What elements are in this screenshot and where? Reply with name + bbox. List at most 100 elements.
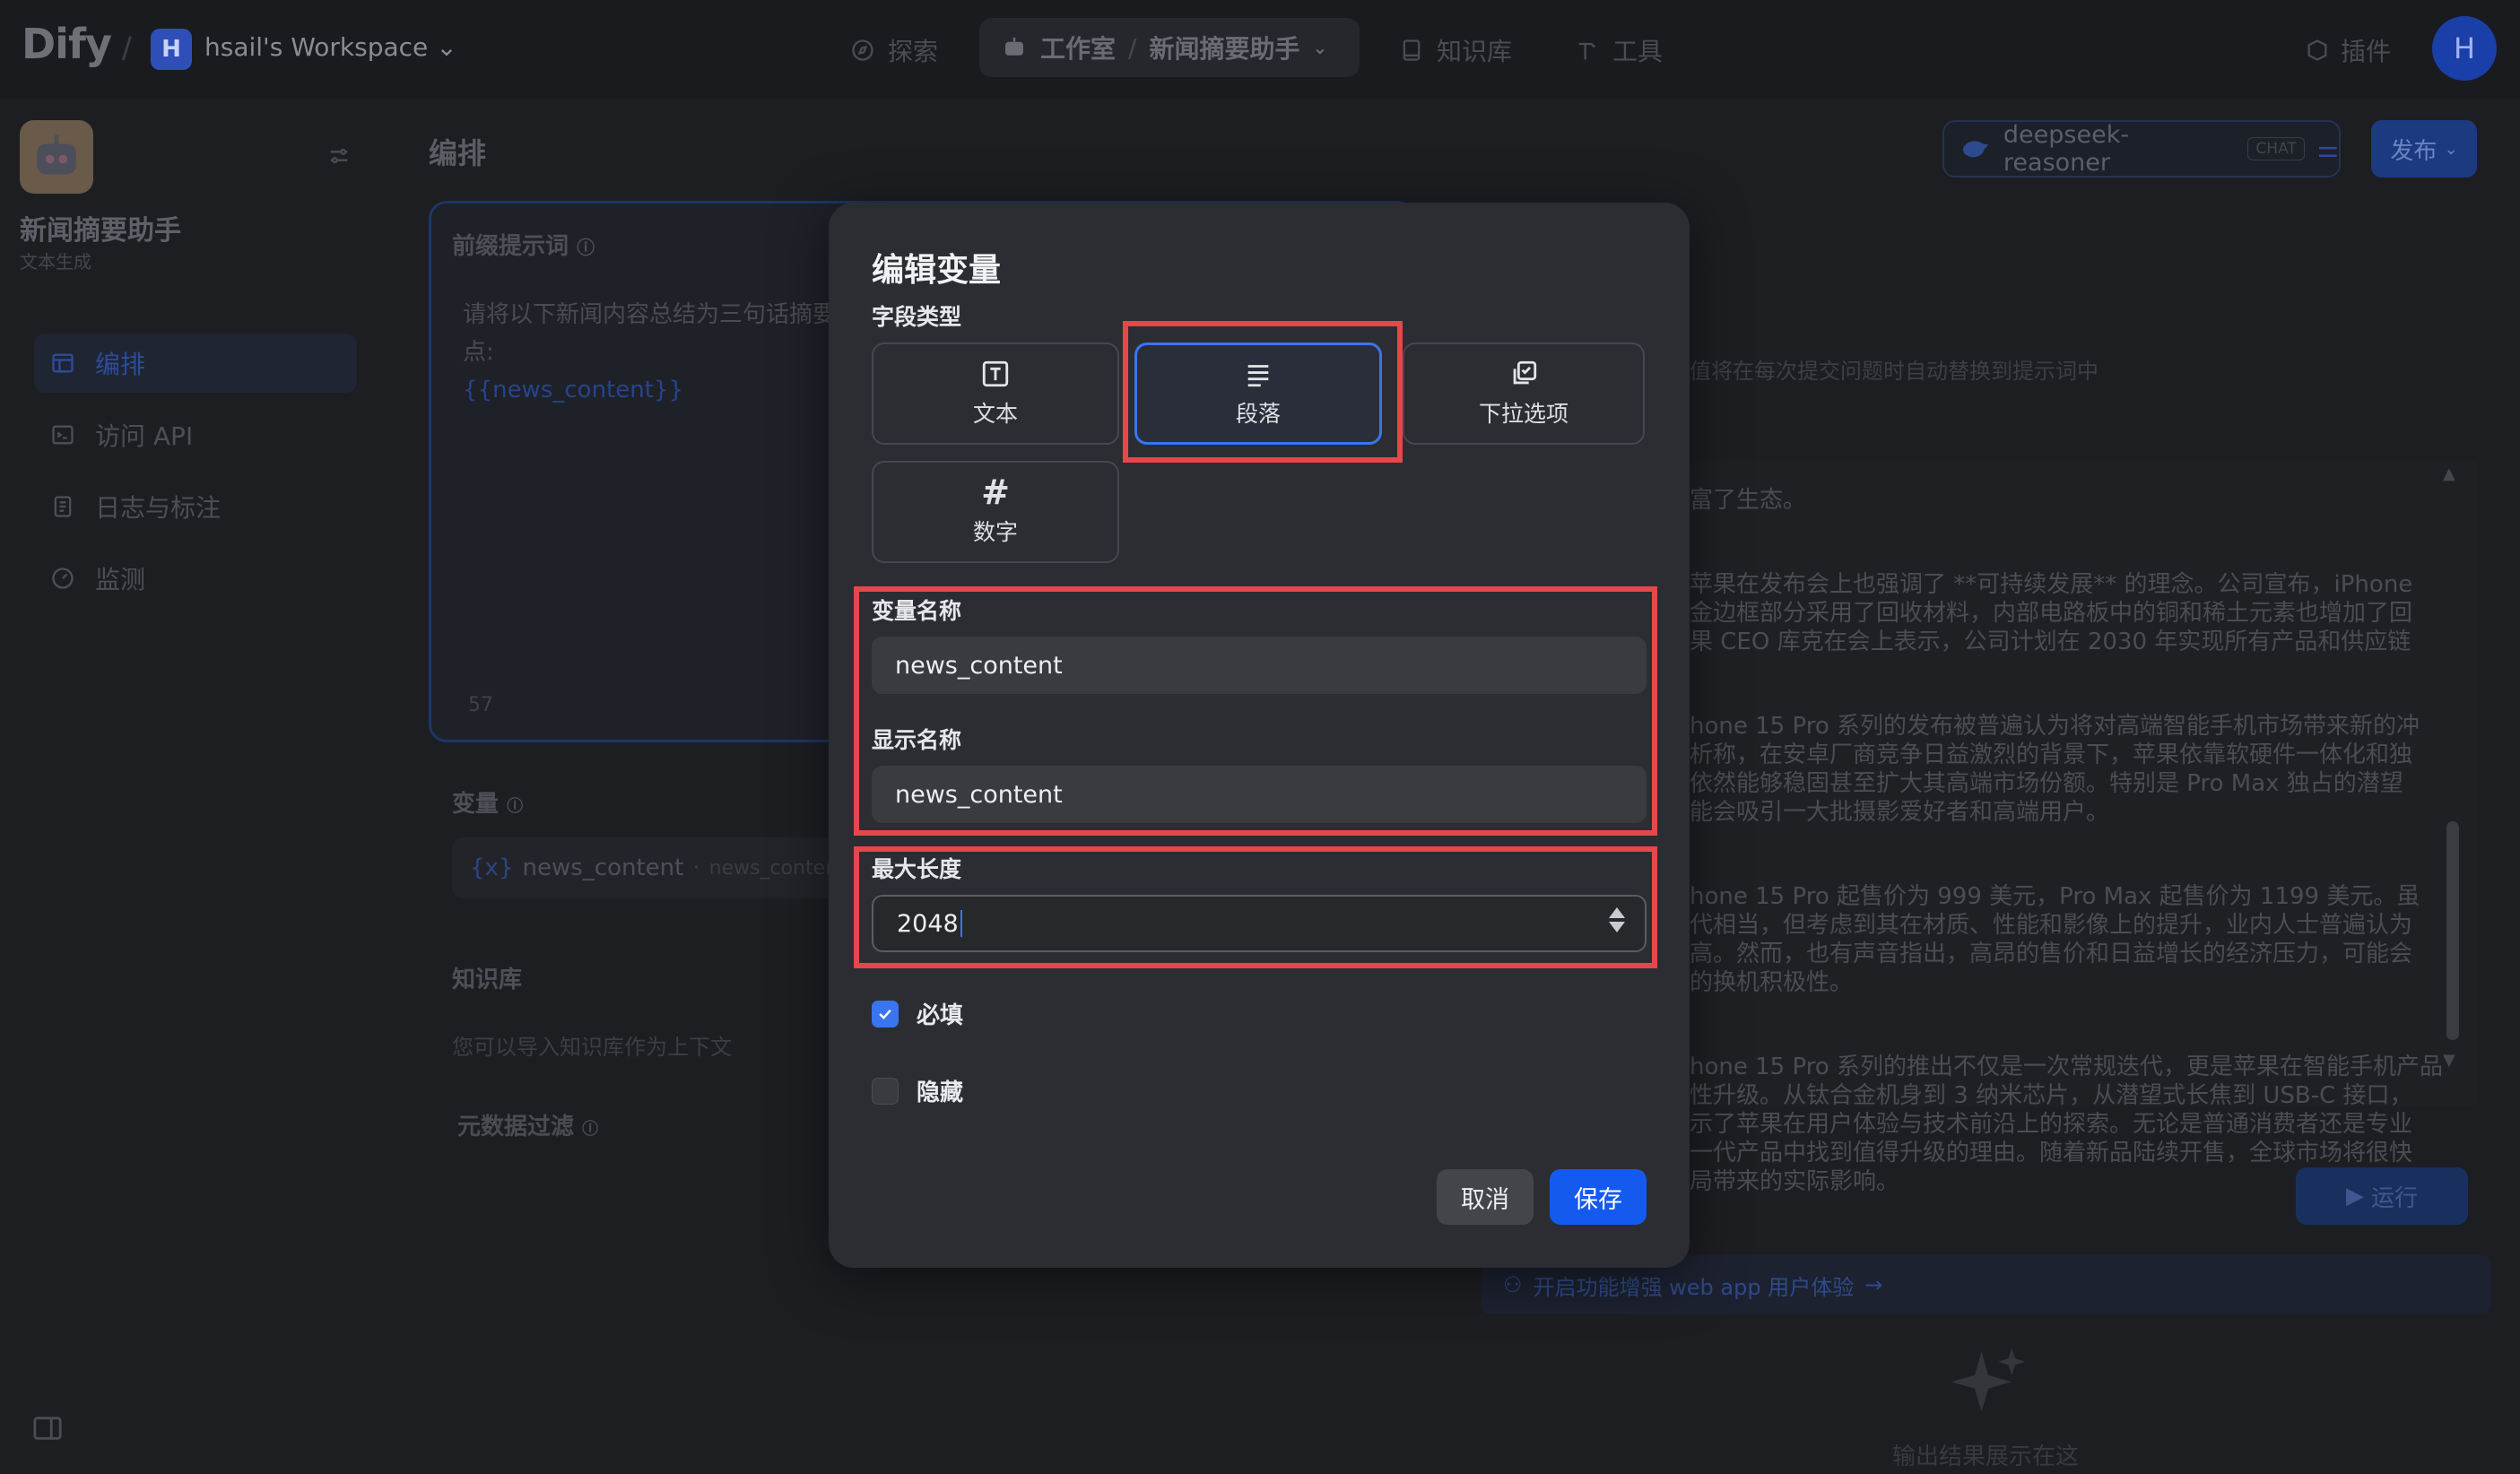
nav-tools[interactable]: 工具 (1575, 32, 1663, 68)
news-paragraph: 苹果在发布会上也强调了 **可持续发展** 的理念。公司宣布，iPhone 金边… (1690, 571, 2413, 655)
scrollbar-thumb[interactable] (2446, 821, 2459, 1040)
play-icon: ▶ (2345, 1183, 2364, 1210)
hidden-checkbox[interactable] (872, 1077, 899, 1105)
sparkle-icon (1948, 1345, 2029, 1429)
banner-text: 开启功能增强 web app 用户体验 (1533, 1274, 1855, 1300)
prompt-header: 前缀提示词 ⓘ (452, 228, 595, 261)
news-paragraph: hone 15 Pro 系列的发布被普遍认为将对高端智能手机市场带来新的冲 析称… (1690, 713, 2420, 826)
metadata-filter-label: 元数据过滤 (457, 1114, 575, 1140)
select-icon (1513, 360, 1537, 385)
publish-label: 发布 (2390, 137, 2437, 165)
variable-name-label: 变量名称 (872, 598, 962, 624)
field-type-label: 字段类型 (872, 304, 962, 330)
check-icon (879, 1009, 891, 1019)
robot-icon (1005, 37, 1023, 56)
text-cursor (960, 910, 962, 937)
nav-studio-label: 工作室 (1040, 34, 1117, 64)
settings-sliders-icon[interactable]: ⚌ (2317, 135, 2339, 163)
type-option-number[interactable]: # 数字 (872, 461, 1119, 563)
sidebar-item-label: 日志与标注 (95, 493, 222, 523)
nav-explore-label: 探索 (888, 37, 939, 66)
model-selector[interactable]: deepseek-reasoner CHAT ⚌ (1942, 120, 2341, 178)
publish-button[interactable]: 发布 ⌄ (2371, 120, 2477, 178)
save-button[interactable]: 保存 (1550, 1169, 1647, 1225)
run-label: 运行 (2370, 1184, 2418, 1212)
display-name-input[interactable]: news_content (872, 766, 1647, 823)
chevron-down-icon: ⌄ (2444, 139, 2458, 159)
type-option-label: 下拉选项 (1478, 401, 1568, 427)
news-paragraph: hone 15 Pro 起售价为 999 美元，Pro Max 起售价为 119… (1690, 883, 2420, 996)
variable-hint: 值将在每次提交问题时自动替换到提示词中 (1690, 359, 2099, 384)
dify-logo[interactable]: Dify (22, 20, 112, 68)
prompt-header-label: 前缀提示词 (452, 233, 569, 260)
variables-header-label: 变量 (452, 791, 500, 818)
prompt-line: 请将以下新闻内容总结为三句话摘要 (463, 301, 837, 328)
required-checkbox[interactable] (872, 1000, 899, 1027)
max-length-input[interactable]: 2048 (872, 895, 1647, 952)
type-option-label: 数字 (972, 519, 1018, 545)
hash-icon: # (981, 473, 1010, 512)
type-option-select[interactable]: 下拉选项 (1403, 342, 1645, 445)
nav-knowledge[interactable]: 知识库 (1399, 32, 1512, 68)
modal-title: 编辑变量 (872, 252, 1002, 289)
knowledge-description: 您可以导入知识库作为上下文 (452, 1035, 732, 1060)
required-checkbox-row[interactable]: 必填 (872, 997, 963, 1030)
collapse-sidebar-icon[interactable] (32, 1415, 63, 1445)
nav-plugins[interactable]: 插件 (2305, 32, 2391, 68)
knowledge-header: 知识库 (452, 967, 523, 993)
type-option-text[interactable]: 文本 (872, 342, 1119, 445)
nav-app-name[interactable]: 新闻摘要助手 (1149, 30, 1299, 65)
info-icon: ⓘ (507, 797, 524, 816)
metadata-filter-header: 元数据过滤 ⓘ (457, 1108, 598, 1141)
app-icon (20, 120, 93, 194)
number-stepper[interactable] (1609, 907, 1625, 932)
sidebar-item-api[interactable]: 访问 API (34, 405, 357, 464)
nav-studio[interactable]: 工作室 / 新闻摘要助手 ⌄ (979, 18, 1360, 77)
nav-knowledge-label: 知识库 (1437, 37, 1513, 66)
variable-name-input[interactable]: news_content (872, 637, 1647, 694)
news-content-text: 富了生态。 苹果在发布会上也强调了 **可持续发展** 的理念。公司宣布，iPh… (1690, 457, 2452, 1252)
sidebar-item-logs[interactable]: 日志与标注 (34, 477, 357, 536)
run-button[interactable]: ▶ 运行 (2296, 1167, 2468, 1225)
cube-icon (2307, 39, 2327, 61)
prompt-text[interactable]: 请将以下新闻内容总结为三句话摘要 点: {{news_content}} (463, 296, 875, 409)
sidebar-item-monitor[interactable]: 监测 (34, 549, 357, 608)
hidden-checkbox-row[interactable]: 隐藏 (872, 1074, 963, 1107)
cancel-button[interactable]: 取消 (1437, 1169, 1534, 1225)
sidebar-item-orchestrate[interactable]: 编排 (34, 334, 357, 393)
stepper-down-icon[interactable] (1609, 922, 1625, 932)
whale-icon (1962, 141, 1989, 158)
model-name: deepseek-reasoner (2003, 121, 2130, 177)
workspace-switcher[interactable]: hsail's Workspace ⌄ (204, 32, 457, 62)
max-length-label: 最大长度 (872, 856, 962, 882)
prompt-line: 点: (463, 339, 494, 366)
book-icon (1403, 39, 1421, 61)
display-name-label: 显示名称 (872, 727, 962, 753)
scroll-down-arrow[interactable]: ▼ (2443, 1051, 2455, 1070)
news-paragraph: 富了生态。 (1690, 487, 1807, 514)
prompt-variable: {{news_content}} (463, 377, 683, 403)
hammer-icon (1578, 42, 1595, 60)
paragraph-icon (1247, 365, 1269, 387)
variables-header: 变量 ⓘ (452, 785, 523, 819)
nav-explore[interactable]: 探索 (850, 32, 938, 68)
sidebar-item-label: 监测 (95, 565, 146, 594)
text-type-icon (982, 360, 1009, 387)
compass-icon (852, 39, 873, 61)
chevron-down-icon: ⌄ (436, 32, 457, 62)
type-option-paragraph[interactable]: 段落 (1134, 342, 1382, 445)
max-length-value: 2048 (897, 909, 959, 938)
robot-icon (37, 134, 76, 175)
model-tag: CHAT (2247, 137, 2305, 160)
user-avatar[interactable]: H (2432, 16, 2497, 81)
scroll-up-arrow[interactable]: ▲ (2443, 464, 2455, 483)
stepper-up-icon[interactable] (1609, 907, 1625, 918)
sliders-icon[interactable] (326, 143, 352, 172)
nav-plugins-label: 插件 (2341, 37, 2392, 66)
gauge-icon (52, 568, 74, 589)
variable-item[interactable]: {x} news_content · news_content (452, 837, 847, 898)
required-label: 必填 (917, 1002, 964, 1029)
workspace-badge[interactable]: H (151, 29, 192, 70)
result-placeholder: 输出结果展示在这 (1892, 1444, 2080, 1470)
info-icon: ⓘ (577, 237, 595, 258)
